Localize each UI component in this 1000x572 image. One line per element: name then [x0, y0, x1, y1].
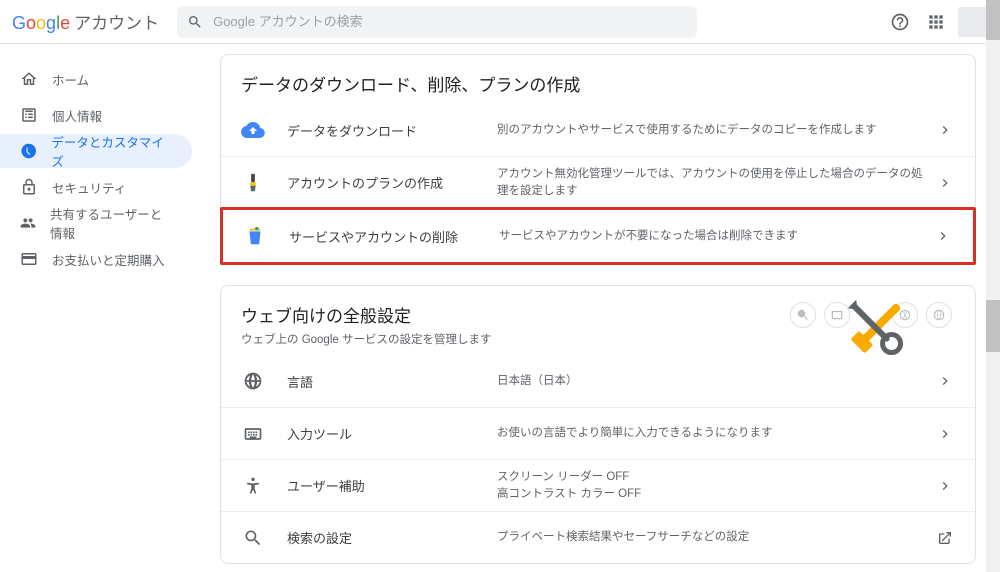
globe-icon: [241, 369, 265, 393]
row-delete-service[interactable]: サービスやアカウントの削除 サービスやアカウントが不要になった場合は削除できます: [223, 210, 973, 262]
sidebar-item-label: セキュリティ: [52, 178, 126, 197]
row-desc: 別のアカウントやサービスで使用するためにデータのコピーを作成します: [497, 122, 927, 139]
row-label: アカウントのプランの作成: [287, 173, 497, 192]
chevron-right-icon: [935, 228, 951, 244]
sidebar-item-security[interactable]: セキュリティ: [0, 170, 192, 204]
chevron-right-icon: [937, 175, 953, 191]
row-desc: スクリーン リーダー OFF 高コントラスト カラー OFF: [497, 469, 927, 502]
external-link-icon: [937, 530, 953, 546]
product-name: アカウント: [74, 9, 159, 34]
search-bar[interactable]: [177, 6, 697, 38]
home-icon: [20, 70, 38, 88]
row-label: サービスやアカウントの削除: [289, 227, 499, 246]
sidebar: ホーム 個人情報 データとカスタマイズ セキュリティ 共有するユーザーと情報 お…: [0, 44, 200, 572]
plan-paintbrush-icon: [241, 171, 265, 195]
sidebar-item-personal[interactable]: 個人情報: [0, 98, 192, 132]
search-icon: [187, 14, 203, 30]
scrollbar-thumb[interactable]: [986, 300, 1000, 352]
help-button[interactable]: [882, 4, 918, 40]
row-label: データをダウンロード: [287, 121, 497, 140]
row-desc: サービスやアカウントが不要になった場合は削除できます: [499, 228, 925, 245]
app-header: Google アカウント: [0, 0, 1000, 44]
sidebar-item-label: 共有するユーザーと情報: [50, 204, 172, 242]
row-label: ユーザー補助: [287, 476, 497, 495]
row-input-tools[interactable]: 入力ツール お使いの言語でより簡単に入力できるようになります: [221, 407, 975, 459]
card-web-settings: ウェブ向けの全般設定 ウェブ上の Google サービスの設定を管理します 言語…: [220, 285, 976, 564]
delete-service-icon: [243, 224, 267, 248]
google-logo[interactable]: Google アカウント: [12, 9, 159, 34]
row-desc: プライベート検索結果やセーフサーチなどの設定: [497, 529, 927, 546]
lock-icon: [20, 178, 38, 196]
row-label: 言語: [287, 372, 497, 391]
sidebar-item-label: 個人情報: [52, 106, 102, 125]
row-desc: お使いの言語でより簡単に入力できるようになります: [497, 425, 927, 442]
search-input[interactable]: [213, 14, 687, 29]
help-icon: [890, 12, 910, 32]
highlighted-row-border: サービスやアカウントの削除 サービスやアカウントが不要になった場合は削除できます: [220, 207, 976, 265]
card-data-management: データのダウンロード、削除、プランの作成 データをダウンロード 別のアカウントや…: [220, 54, 976, 265]
sidebar-item-label: ホーム: [52, 70, 89, 89]
sidebar-item-payments[interactable]: お支払いと定期購入: [0, 242, 192, 276]
row-label: 入力ツール: [287, 424, 497, 443]
row-search-settings[interactable]: 検索の設定 プライベート検索結果やセーフサーチなどの設定: [221, 511, 975, 563]
account-avatar[interactable]: [958, 7, 988, 37]
chevron-right-icon: [937, 373, 953, 389]
chevron-right-icon: [937, 122, 953, 138]
search-icon: [241, 526, 265, 550]
sidebar-item-label: お支払いと定期購入: [52, 250, 165, 269]
apps-button[interactable]: [918, 4, 954, 40]
data-icon: [20, 142, 37, 160]
credit-card-icon: [20, 250, 38, 268]
sidebar-item-home[interactable]: ホーム: [0, 62, 192, 96]
row-desc: 日本語（日本）: [497, 373, 927, 390]
apps-icon: [926, 12, 946, 32]
sidebar-item-label: データとカスタマイズ: [51, 132, 172, 170]
card-title: データのダウンロード、削除、プランの作成: [241, 71, 955, 96]
main-content: データのダウンロード、削除、プランの作成 データをダウンロード 別のアカウントや…: [200, 44, 1000, 572]
sidebar-item-people[interactable]: 共有するユーザーと情報: [0, 206, 192, 240]
people-icon: [20, 214, 36, 232]
row-download-data[interactable]: データをダウンロード 別のアカウントやサービスで使用するためにデータのコピーを作…: [221, 104, 975, 156]
row-account-plan[interactable]: アカウントのプランの作成 アカウント無効化管理ツールでは、アカウントの使用を停止…: [221, 156, 975, 208]
chevron-right-icon: [937, 426, 953, 442]
tools-cross-illustration: [836, 288, 916, 368]
row-accessibility[interactable]: ユーザー補助 スクリーン リーダー OFF 高コントラスト カラー OFF: [221, 459, 975, 511]
cloud-download-icon: [241, 118, 265, 142]
keyboard-icon: [241, 422, 265, 446]
row-label: 検索の設定: [287, 528, 497, 547]
accessibility-icon: [241, 474, 265, 498]
scrollbar-track[interactable]: [986, 0, 1000, 572]
id-card-icon: [20, 106, 38, 124]
sidebar-item-data[interactable]: データとカスタマイズ: [0, 134, 192, 168]
scrollbar-thumb-top[interactable]: [986, 0, 1000, 40]
settings-illustration: [790, 294, 955, 374]
chevron-right-icon: [937, 478, 953, 494]
row-desc: アカウント無効化管理ツールでは、アカウントの使用を停止した場合のデータの処理を設…: [497, 166, 927, 199]
